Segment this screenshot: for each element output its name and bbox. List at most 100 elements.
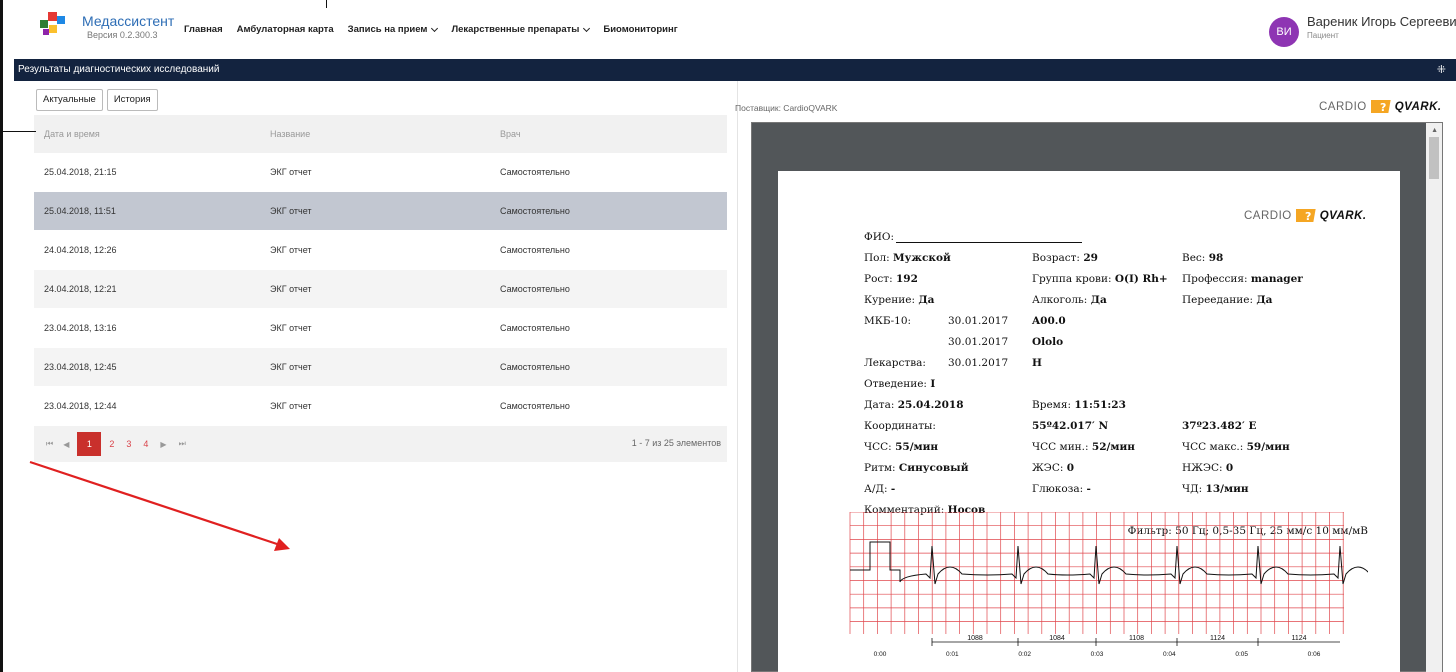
ecg-trace	[850, 541, 1368, 585]
cell-doctor: Самостоятельно	[500, 284, 570, 294]
date-value: 25.04.2018	[897, 399, 964, 411]
user-role: Пациент	[1307, 31, 1339, 40]
rr-interval-label: 1088	[967, 635, 983, 642]
alcohol-field: Алкоголь: Да	[1032, 294, 1107, 306]
cell-datetime: 25.04.2018, 11:51	[44, 206, 116, 216]
cell-name: ЭКГ отчет	[270, 401, 312, 411]
nav-medications[interactable]: Лекарственные препараты	[451, 24, 591, 35]
table-row-selected[interactable]: 25.04.2018, 11:51 ЭКГ отчет Самостоятель…	[34, 192, 727, 231]
column-header-name[interactable]: Название	[270, 129, 500, 139]
bp-value: -	[890, 483, 896, 495]
hr-min-value: 52/мин	[1091, 441, 1135, 453]
cell-datetime: 23.04.2018, 12:45	[44, 362, 117, 372]
first-page-icon[interactable]: ⏮	[46, 439, 53, 449]
rr-interval-label: 1108	[1129, 635, 1144, 642]
provider-label: Поставщик: CardioQVARK	[735, 103, 838, 113]
next-page-icon[interactable]: ▶	[160, 440, 166, 449]
coords-label: Координаты:	[864, 420, 936, 432]
fio-label: ФИО:	[864, 231, 895, 243]
fio-field: ФИО:	[864, 231, 1083, 243]
scrollbar-thumb[interactable]	[1429, 137, 1439, 179]
pvc-label: ЖЭС:	[1032, 462, 1064, 474]
column-header-datetime[interactable]: Дата и время	[34, 129, 270, 139]
tab-current[interactable]: Актуальные	[36, 89, 103, 111]
pvc-value: 0	[1066, 462, 1075, 474]
annotation-horizontal-line	[0, 131, 36, 132]
blood-label: Группа крови:	[1032, 273, 1112, 285]
age-label: Возраст:	[1032, 252, 1080, 264]
coords-lon: 37º23.482′ E	[1182, 420, 1257, 432]
results-table: Дата и время Название Врач 25.04.2018, 2…	[34, 115, 727, 462]
table-row[interactable]: 23.04.2018, 12:44 ЭКГ отчет Самостоятель…	[34, 387, 727, 426]
drugs-date: 30.01.2017	[948, 357, 1009, 369]
cell-datetime: 23.04.2018, 13:16	[44, 323, 117, 333]
cell-datetime: 23.04.2018, 12:44	[44, 401, 117, 411]
column-header-doctor[interactable]: Врач	[500, 129, 727, 139]
time-field: Время: 11:51:23	[1032, 399, 1126, 411]
job-field: Профессия: manager	[1182, 273, 1303, 285]
pvc-field: ЖЭС: 0	[1032, 462, 1074, 474]
job-label: Профессия:	[1182, 273, 1248, 285]
app-brand[interactable]: Медассистент	[82, 13, 174, 29]
page-4-button[interactable]: 4	[143, 439, 148, 449]
cell-name: ЭКГ отчет	[270, 245, 312, 255]
bp-field: А/Д: -	[864, 483, 895, 495]
last-page-icon[interactable]: ⏭	[179, 439, 186, 449]
page-2-button[interactable]: 2	[109, 439, 114, 449]
page-3-button[interactable]: 3	[126, 439, 131, 449]
lead-label: Отведение:	[864, 378, 927, 390]
height-value: 192	[895, 273, 918, 285]
pdf-viewer[interactable]: ▲ CARDIO ? QVARK. ФИО: Пол: Мужской Возр…	[751, 122, 1443, 672]
alcohol-value: Да	[1090, 294, 1107, 306]
page-1-button[interactable]: 1	[77, 432, 102, 456]
nav-ambulatory-card-label: Амбулаторная карта	[236, 24, 334, 35]
qvark-logo-icon: ?	[1370, 100, 1391, 114]
weight-value: 98	[1208, 252, 1224, 264]
user-name[interactable]: Вареник Игорь Сергеевич	[1307, 14, 1456, 29]
table-row[interactable]: 23.04.2018, 12:45 ЭКГ отчет Самостоятель…	[34, 348, 727, 387]
table-row[interactable]: 24.04.2018, 12:26 ЭКГ отчет Самостоятель…	[34, 231, 727, 270]
age-field: Возраст: 29	[1032, 252, 1098, 264]
app-version: Версия 0.2.300.3	[87, 30, 158, 40]
avatar[interactable]: ВИ	[1269, 17, 1299, 47]
bp-label: А/Д:	[864, 483, 888, 495]
rr-label: ЧД:	[1182, 483, 1203, 495]
date-field: Дата: 25.04.2018	[864, 399, 964, 411]
logo-text-cardio: CARDIO	[1319, 100, 1367, 113]
cell-name: ЭКГ отчет	[270, 167, 312, 177]
hr-max-value: 59/мин	[1246, 441, 1290, 453]
sex-field: Пол: Мужской	[864, 252, 951, 264]
nav-home[interactable]: Главная	[184, 24, 223, 35]
cell-datetime: 24.04.2018, 12:26	[44, 245, 117, 255]
time-value: 11:51:23	[1074, 399, 1126, 411]
table-row[interactable]: 23.04.2018, 13:16 ЭКГ отчет Самостоятель…	[34, 309, 727, 348]
drugs-label: Лекарства:	[864, 357, 926, 369]
time-tick-label: 0:06	[1308, 651, 1321, 657]
rhythm-value: Синусовый	[898, 462, 969, 474]
time-tick-label: 0:00	[874, 651, 887, 657]
time-label: Время:	[1032, 399, 1071, 411]
prev-page-icon[interactable]: ◀	[63, 440, 69, 449]
date-label: Дата:	[864, 399, 895, 411]
glucose-field: Глюкоза: -	[1032, 483, 1091, 495]
smoking-value: Да	[918, 294, 935, 306]
cell-doctor: Самостоятельно	[500, 401, 570, 411]
time-tick-label: 0:04	[1163, 651, 1176, 657]
fio-blank	[896, 231, 1083, 243]
table-row[interactable]: 24.04.2018, 12:21 ЭКГ отчет Самостоятель…	[34, 270, 727, 309]
tab-history[interactable]: История	[106, 89, 158, 111]
nav-biomonitoring[interactable]: Биомониторинг	[603, 24, 677, 35]
hr-value: 55/мин	[895, 441, 939, 453]
nav-ambulatory-card[interactable]: Амбулаторная карта	[237, 24, 334, 35]
nav-appointment[interactable]: Запись на прием	[348, 24, 439, 35]
expand-icon[interactable]: ⁜	[1437, 59, 1446, 81]
scroll-up-icon[interactable]: ▲	[1431, 127, 1438, 134]
sex-value: Мужской	[893, 252, 951, 264]
rhythm-label: Ритм:	[864, 462, 896, 474]
report-preview-panel: Поставщик: CardioQVARK CARDIO ? QVARK. ▲…	[735, 81, 1456, 672]
vertical-scrollbar[interactable]: ▲	[1426, 123, 1442, 672]
time-tick-label: 0:02	[1018, 651, 1031, 657]
pagination-info: 1 - 7 из 25 элементов	[631, 438, 721, 448]
results-tabs: Актуальные История	[36, 89, 158, 111]
table-row[interactable]: 25.04.2018, 21:15 ЭКГ отчет Самостоятель…	[34, 153, 727, 192]
